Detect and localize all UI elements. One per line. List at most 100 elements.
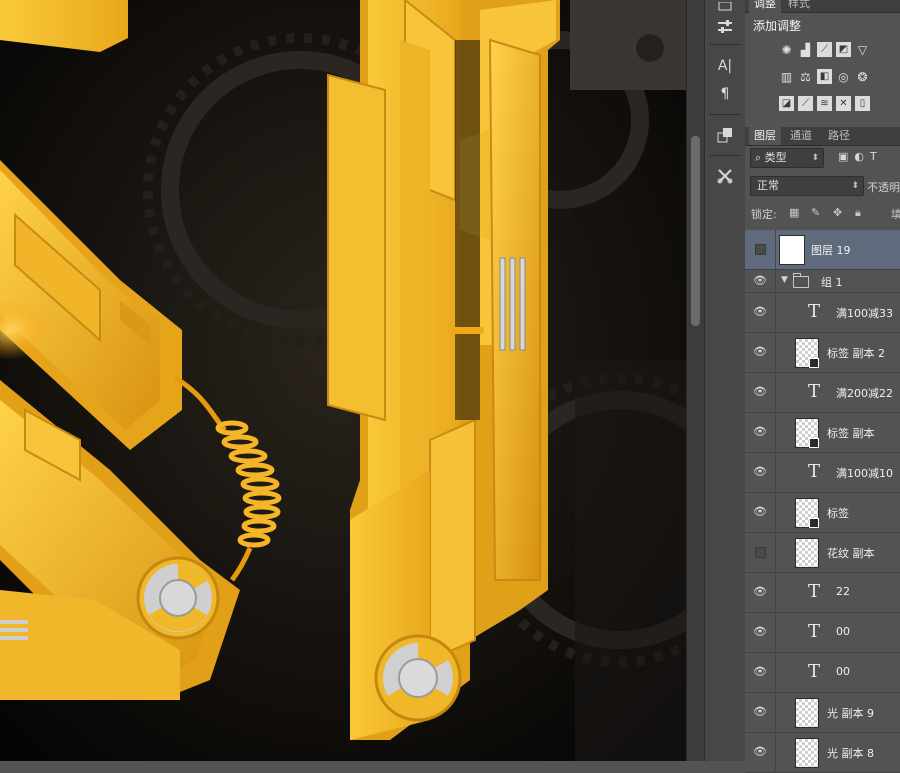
layer-row-text[interactable]: 👁︎ T 满100减10 bbox=[745, 453, 900, 493]
layer-thumbnail bbox=[795, 338, 819, 368]
eye-icon[interactable]: 👁︎ bbox=[753, 274, 767, 288]
layer-name: 22 bbox=[836, 585, 850, 598]
caret-down-icon[interactable]: ▼ bbox=[781, 275, 788, 285]
layer-row-text[interactable]: 👁︎ T 满200减22 bbox=[745, 373, 900, 413]
layer-row-text[interactable]: 👁︎ T 00 bbox=[745, 613, 900, 653]
black-white-icon[interactable]: ◧ bbox=[817, 69, 832, 84]
visibility-divider bbox=[775, 493, 776, 532]
layer-thumbnail bbox=[795, 738, 819, 768]
hue-saturation-icon[interactable]: ▥ bbox=[779, 69, 794, 84]
smart-object-badge-icon bbox=[809, 518, 819, 528]
eye-icon[interactable]: 👁︎ bbox=[753, 345, 767, 359]
layer-row-text[interactable]: 👁︎ T 22 bbox=[745, 573, 900, 613]
photo-filter-icon[interactable]: ◎ bbox=[836, 69, 851, 84]
layer-row-pixel[interactable]: 花纹 副本 bbox=[745, 533, 900, 573]
visibility-divider bbox=[775, 230, 776, 269]
layer-thumbnail bbox=[779, 235, 805, 265]
tab-adjustments[interactable]: 调整 bbox=[749, 0, 781, 13]
gray-rods bbox=[499, 257, 526, 351]
brightness-contrast-icon[interactable]: ✺ bbox=[779, 42, 794, 57]
eye-icon[interactable]: 👁︎ bbox=[753, 505, 767, 519]
clone-source-icon[interactable] bbox=[711, 123, 739, 147]
blend-mode-select[interactable]: 正常 ⬍ bbox=[750, 176, 864, 196]
tab-channels[interactable]: 通道 bbox=[785, 127, 817, 145]
layer-row-group-1[interactable]: 👁︎ ▼ 组 1 bbox=[745, 270, 900, 293]
eye-icon[interactable]: 👁︎ bbox=[753, 465, 767, 479]
layer-filter-icons: ▣ ◐ T bbox=[838, 150, 877, 163]
history-icon[interactable] bbox=[711, 0, 739, 14]
layer-name: 标签 副本 bbox=[827, 427, 875, 440]
eye-icon[interactable]: 👁︎ bbox=[753, 745, 767, 759]
tab-layers[interactable]: 图层 bbox=[749, 127, 781, 145]
lock-image-icon[interactable]: ✎ bbox=[811, 206, 820, 219]
document-canvas[interactable] bbox=[0, 0, 686, 761]
eye-icon[interactable]: 👁︎ bbox=[753, 625, 767, 639]
layer-row-text[interactable]: 👁︎ T 满100减33 bbox=[745, 293, 900, 333]
tool-presets-icon[interactable] bbox=[711, 164, 739, 188]
eye-icon[interactable]: 👁︎ bbox=[753, 305, 767, 319]
lock-label: 锁定: bbox=[751, 208, 777, 221]
selective-color-icon[interactable]: ▯ bbox=[855, 96, 870, 111]
visibility-divider bbox=[775, 270, 776, 292]
vibrance-icon[interactable]: ▽ bbox=[855, 42, 870, 57]
toolstrip-divider bbox=[709, 44, 741, 45]
channel-mixer-icon[interactable]: ❂ bbox=[855, 69, 870, 84]
blend-mode-value: 正常 bbox=[757, 179, 779, 192]
layer-filter-select[interactable]: ⌕ 类型 ⬍ bbox=[750, 148, 824, 168]
exposure-icon[interactable]: ◩ bbox=[836, 42, 851, 57]
layer-row-pixel[interactable]: 👁︎ 光 副本 8 bbox=[745, 733, 900, 773]
levels-icon[interactable]: ▟ bbox=[798, 42, 813, 57]
paragraph-icon[interactable]: ¶ bbox=[711, 82, 739, 106]
adjustments-row-3: ◪ ⟋ ≋ ✕ ▯ bbox=[779, 96, 870, 114]
adjustments-row-1: ✺ ▟ ⟋ ◩ ▽ bbox=[779, 42, 870, 60]
hub-left bbox=[136, 556, 220, 640]
layer-name: 光 副本 8 bbox=[827, 747, 874, 760]
adjustment-filter-icon[interactable]: ◐ bbox=[854, 150, 864, 163]
invert-icon[interactable]: ◪ bbox=[779, 96, 794, 111]
image-filter-icon[interactable]: ▣ bbox=[838, 150, 848, 163]
layer-row-smart[interactable]: 👁︎ 标签 bbox=[745, 493, 900, 533]
panel-toolstrip: A| ¶ bbox=[704, 0, 746, 761]
threshold-icon[interactable]: ≋ bbox=[817, 96, 832, 111]
connecting-pin bbox=[452, 327, 484, 334]
eye-icon[interactable]: 👁︎ bbox=[753, 665, 767, 679]
tab-styles[interactable]: 样式 bbox=[783, 0, 815, 13]
layer-thumbnail bbox=[795, 498, 819, 528]
layer-row-smart[interactable]: 👁︎ 标签 副本 bbox=[745, 413, 900, 453]
layer-row-pixel[interactable]: 👁︎ 光 副本 9 bbox=[745, 693, 900, 733]
visibility-divider bbox=[775, 373, 776, 412]
text-layer-icon: T bbox=[807, 301, 820, 322]
layer-name: 满100减33 bbox=[836, 307, 893, 320]
lock-transparent-icon[interactable]: ▦ bbox=[789, 206, 799, 219]
visibility-toggle-off[interactable] bbox=[755, 244, 766, 255]
eye-icon[interactable]: 👁︎ bbox=[753, 385, 767, 399]
toolstrip-divider bbox=[709, 114, 741, 115]
eye-icon[interactable]: 👁︎ bbox=[753, 705, 767, 719]
scrollbar-thumb[interactable] bbox=[691, 136, 700, 326]
color-balance-icon[interactable]: ⚖ bbox=[798, 69, 813, 84]
layer-row-text[interactable]: 👁︎ T 00 bbox=[745, 653, 900, 693]
tab-paths[interactable]: 路径 bbox=[823, 127, 855, 145]
properties-icon[interactable] bbox=[711, 15, 739, 39]
curves-icon[interactable]: ⟋ bbox=[817, 42, 832, 57]
layer-list: 图层 19 👁︎ ▼ 组 1 👁︎ T 满100减33 👁︎ 标签 副本 2 👁… bbox=[745, 230, 900, 773]
canvas-scrollbar[interactable] bbox=[686, 0, 705, 761]
character-icon[interactable]: A| bbox=[711, 54, 739, 78]
layer-name: 光 副本 9 bbox=[827, 707, 874, 720]
layer-row-smart[interactable]: 👁︎ 标签 副本 2 bbox=[745, 333, 900, 373]
gradient-map-icon[interactable]: ✕ bbox=[836, 96, 851, 111]
text-layer-icon: T bbox=[807, 581, 820, 602]
layer-row-layer-19[interactable]: 图层 19 bbox=[745, 230, 900, 270]
text-filter-icon[interactable]: T bbox=[870, 150, 877, 163]
visibility-toggle-off[interactable] bbox=[755, 547, 766, 558]
paragraph-glyph: ¶ bbox=[720, 86, 730, 102]
eye-icon[interactable]: 👁︎ bbox=[753, 425, 767, 439]
arm-gap-shadow bbox=[455, 40, 480, 420]
lock-all-icon[interactable]: 🔒︎ bbox=[855, 206, 861, 220]
smart-object-badge-icon bbox=[809, 438, 819, 448]
lock-position-icon[interactable]: ✥ bbox=[833, 206, 842, 219]
layer-name: 花纹 副本 bbox=[827, 547, 875, 560]
chevron-updown-icon: ⬍ bbox=[811, 153, 819, 163]
eye-icon[interactable]: 👁︎ bbox=[753, 585, 767, 599]
posterize-icon[interactable]: ⟋ bbox=[798, 96, 813, 111]
